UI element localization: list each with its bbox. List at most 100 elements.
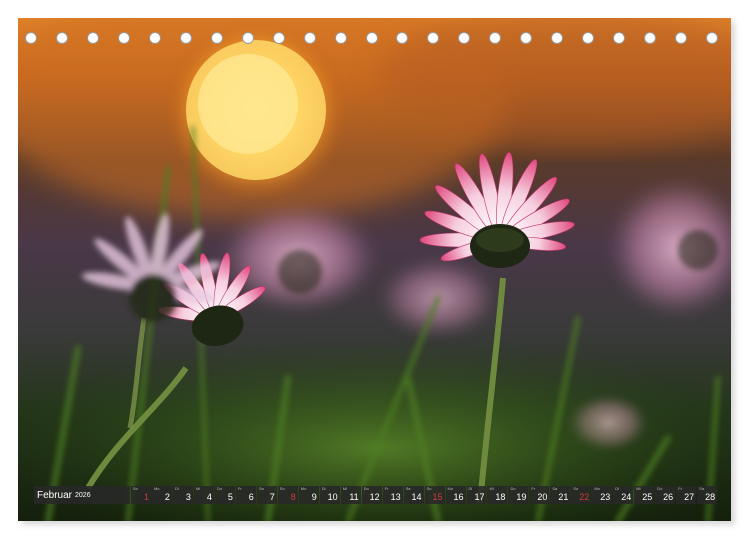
day-number: 1 (143, 492, 149, 502)
weekday-label: Do (216, 486, 222, 491)
day-cell: Do 5 (214, 486, 235, 504)
daisy-sunset-image (18, 18, 731, 521)
binding-hole (458, 32, 471, 44)
day-cell: So 15 (424, 486, 445, 504)
day-cell: Di 3 (172, 486, 193, 504)
day-number: 24 (621, 492, 632, 502)
day-cell: Fr 13 (382, 486, 403, 504)
weekday-label: Sa (405, 486, 411, 491)
weekday-label: Di (468, 486, 473, 491)
day-cell: Di 10 (319, 486, 340, 504)
day-cells: So 1 Mo 2 Di 3 Mi 4 Do 5 Fr 6 Sa 7 So 8 Mo 9 Di 10 Mi 11 Do 12 F… (131, 486, 718, 504)
binding-hole (644, 32, 657, 44)
binding-hole (427, 32, 440, 44)
binding-hole (241, 32, 254, 44)
day-number: 12 (369, 492, 380, 502)
day-number: 28 (705, 492, 716, 502)
day-number: 20 (537, 492, 548, 502)
day-number: 21 (558, 492, 569, 502)
day-cell: Di 24 (613, 486, 634, 504)
day-number: 7 (269, 492, 275, 502)
day-cell: Do 19 (508, 486, 529, 504)
day-cell: Mi 4 (193, 486, 214, 504)
day-number: 3 (185, 492, 191, 502)
weekday-label: Mo (300, 486, 307, 491)
binding-hole (334, 32, 347, 44)
binding-hole (117, 32, 130, 44)
weekday-label: Mi (636, 486, 641, 491)
day-number: 25 (642, 492, 653, 502)
day-cell: Mo 23 (592, 486, 613, 504)
day-cell: Mo 9 (298, 486, 319, 504)
day-cell: Sa 28 (697, 486, 718, 504)
weekday-label: Mi (342, 486, 347, 491)
weekday-label: Fr (237, 486, 242, 491)
weekday-label: Do (510, 486, 516, 491)
binding-hole (520, 32, 533, 44)
day-number: 17 (474, 492, 485, 502)
day-number: 23 (600, 492, 611, 502)
binding-hole (25, 32, 37, 44)
binding-hole (148, 32, 161, 44)
day-cell: Mi 25 (634, 486, 655, 504)
day-cell: So 1 (131, 486, 151, 504)
day-cell: Sa 14 (403, 486, 424, 504)
day-number: 16 (453, 492, 464, 502)
day-number: 26 (663, 492, 674, 502)
weekday-label: So (573, 486, 579, 491)
binding-hole (86, 32, 99, 44)
day-cell: So 8 (277, 486, 298, 504)
binding-hole (613, 32, 626, 44)
weekday-label: Mo (153, 486, 160, 491)
day-number: 13 (390, 492, 401, 502)
weekday-label: Mi (195, 486, 201, 491)
binding-hole (55, 32, 68, 44)
binding-hole (582, 32, 595, 44)
day-cell: Sa 7 (256, 486, 277, 504)
weekday-label: Sa (258, 486, 264, 491)
weekday-label: Mo (594, 486, 600, 491)
day-cell: Mo 16 (445, 486, 466, 504)
day-number: 11 (349, 492, 359, 502)
weekday-label: Mo (447, 486, 454, 491)
day-cell: Di 17 (466, 486, 487, 504)
day-number: 4 (206, 492, 212, 502)
day-number: 2 (164, 492, 170, 502)
binding-hole (675, 32, 688, 44)
day-number: 15 (432, 492, 443, 502)
binding-holes (18, 32, 731, 48)
day-cell: So 22 (571, 486, 592, 504)
day-cell: Mi 11 (340, 486, 361, 504)
weekday-label: Do (363, 486, 369, 491)
day-cell: Fr 20 (529, 486, 550, 504)
weekday-label: Fr (384, 486, 389, 491)
binding-hole (551, 32, 564, 44)
day-number: 14 (411, 492, 422, 502)
day-cell: Mi 18 (487, 486, 508, 504)
day-number: 6 (248, 492, 254, 502)
day-number: 18 (495, 492, 506, 502)
weekday-label: Sa (699, 486, 705, 491)
day-number: 10 (327, 492, 338, 502)
weekday-label: Mi (489, 486, 494, 491)
weekday-label: Fr (678, 486, 682, 491)
month-label: Februar 2026 (34, 486, 130, 504)
month-name: Februar (37, 489, 73, 501)
binding-hole (396, 32, 409, 44)
weekday-label: Di (321, 486, 326, 491)
binding-hole (489, 32, 502, 44)
day-number: 22 (579, 492, 590, 502)
day-number: 27 (684, 492, 695, 502)
day-cell: Fr 27 (676, 486, 697, 504)
binding-hole (365, 32, 378, 44)
day-cell: Fr 6 (235, 486, 256, 504)
day-number: 19 (516, 492, 527, 502)
day-number: 5 (227, 492, 233, 502)
weekday-label: So (133, 486, 138, 491)
weekday-label: Di (615, 486, 620, 491)
weekday-label: Di (174, 486, 179, 491)
binding-hole (706, 32, 718, 44)
calendar-bar: Februar 2026 So 1 Mo 2 Di 3 Mi 4 Do 5 Fr 6 Sa 7 So 8 Mo 9… (34, 486, 718, 504)
binding-hole (272, 32, 285, 44)
day-number: 8 (290, 492, 296, 502)
